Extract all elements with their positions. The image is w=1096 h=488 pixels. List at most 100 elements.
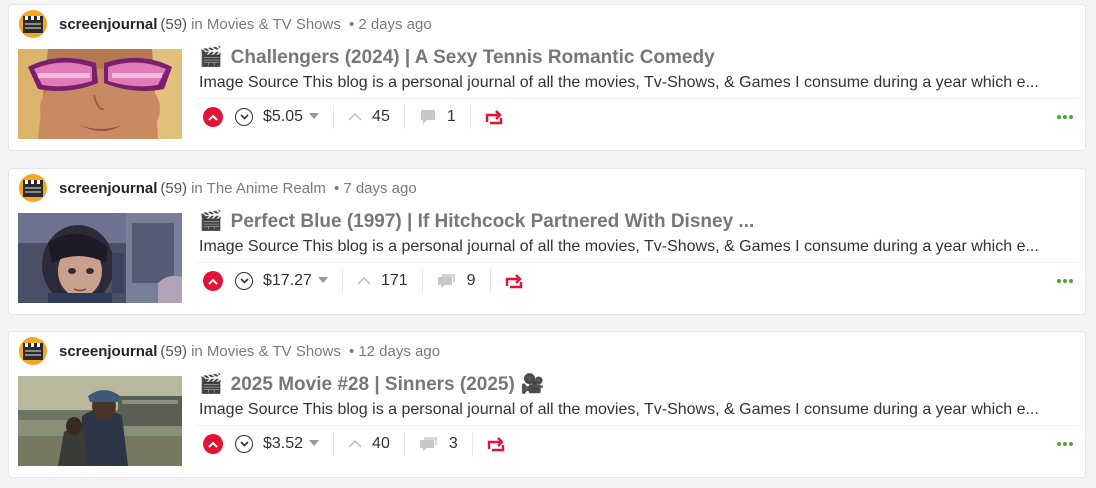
payout-value: $5.05 xyxy=(263,108,304,125)
avatar[interactable] xyxy=(19,337,47,365)
post-title[interactable]: 🎬 2025 Movie #28 | Sinners (2025) 🎥 xyxy=(199,372,1077,398)
author-name[interactable]: screenjournal xyxy=(59,16,157,33)
post-title-text[interactable]: Challengers (2024) | A Sexy Tennis Roman… xyxy=(231,45,715,71)
divider xyxy=(333,105,335,129)
votes-count[interactable]: 171 xyxy=(357,272,408,290)
post-title-text[interactable]: 2025 Movie #28 | Sinners (2025) xyxy=(231,372,515,398)
chevron-down-icon xyxy=(239,114,249,120)
community-link[interactable]: The Anime Realm xyxy=(207,180,326,197)
reblog-icon xyxy=(487,437,504,452)
post-time[interactable]: 12 days ago xyxy=(358,343,440,360)
post-header: screenjournal (59) in The Anime Realm • 7… xyxy=(19,173,417,203)
more-options-button[interactable] xyxy=(1055,279,1073,283)
post-card: screenjournal (59) in The Anime Realm • 7… xyxy=(8,168,1086,315)
more-options-button[interactable] xyxy=(1055,115,1073,119)
author-name[interactable]: screenjournal xyxy=(59,343,157,360)
more-dot-icon xyxy=(1057,442,1061,446)
clapper-icon: 🎬 xyxy=(199,374,223,395)
community-link[interactable]: Movies & TV Shows xyxy=(207,16,341,33)
bullet-separator: • xyxy=(334,179,340,197)
post-summary[interactable]: Image Source This blog is a personal jou… xyxy=(199,235,1077,259)
comments-count[interactable]: 9 xyxy=(437,272,476,290)
chevron-up-icon xyxy=(348,113,362,121)
avatar[interactable] xyxy=(19,174,47,202)
votes-count[interactable]: 45 xyxy=(348,108,390,126)
post-feed: screenjournal (59) in Movies & TV Shows … xyxy=(0,0,1096,488)
reblog-button[interactable] xyxy=(505,273,523,289)
post-card: screenjournal (59) in Movies & TV Shows … xyxy=(8,4,1086,151)
more-dot-icon xyxy=(1069,442,1073,446)
post-title-text[interactable]: Perfect Blue (1997) | If Hitchcock Partn… xyxy=(231,209,755,235)
post-thumbnail[interactable] xyxy=(18,376,182,466)
clapper-icon: 🎬 xyxy=(199,211,223,232)
downvote-button[interactable] xyxy=(235,272,253,290)
clapper-icon: 🎬 xyxy=(199,47,223,68)
upvote-button[interactable] xyxy=(203,434,223,454)
in-label: in xyxy=(191,342,203,360)
divider xyxy=(403,432,405,456)
comments-count[interactable]: 3 xyxy=(419,435,458,453)
more-dot-icon xyxy=(1063,279,1067,283)
chevron-up-icon xyxy=(208,278,218,285)
divider xyxy=(341,269,343,293)
post-title[interactable]: 🎬 Challengers (2024) | A Sexy Tennis Rom… xyxy=(199,45,1077,71)
divider xyxy=(471,432,473,456)
post-thumbnail[interactable] xyxy=(18,49,182,139)
chevron-up-icon xyxy=(348,440,362,448)
more-dot-icon xyxy=(1063,115,1067,119)
reblog-button[interactable] xyxy=(487,436,505,452)
community-link[interactable]: Movies & TV Shows xyxy=(207,343,341,360)
comments-count[interactable]: 1 xyxy=(419,108,456,126)
post-summary[interactable]: Image Source This blog is a personal jou… xyxy=(199,398,1077,422)
movie-camera-icon: 🎥 xyxy=(520,374,545,395)
upvote-button[interactable] xyxy=(203,107,223,127)
clapperboard-icon xyxy=(23,180,43,197)
divider xyxy=(489,269,491,293)
more-options-button[interactable] xyxy=(1055,442,1073,446)
post-summary[interactable]: Image Source This blog is a personal jou… xyxy=(199,71,1077,95)
post-time[interactable]: 2 days ago xyxy=(358,16,431,33)
post-footer: $17.27 171 9 xyxy=(199,263,1077,299)
votes-value: 45 xyxy=(372,108,390,125)
in-label: in xyxy=(191,15,203,33)
chevron-up-icon xyxy=(208,441,218,448)
post-thumbnail[interactable] xyxy=(18,213,182,303)
divider xyxy=(469,105,471,129)
post-time[interactable]: 7 days ago xyxy=(343,180,416,197)
more-dot-icon xyxy=(1063,442,1067,446)
divider xyxy=(421,269,423,293)
comments-value: 1 xyxy=(446,108,456,125)
upvote-button[interactable] xyxy=(203,271,223,291)
in-label: in xyxy=(191,179,203,197)
reblog-button[interactable] xyxy=(485,109,503,125)
comments-value: 3 xyxy=(448,435,458,452)
reblog-icon xyxy=(485,110,502,125)
post-footer: $5.05 45 1 xyxy=(199,99,1077,135)
post-header: screenjournal (59) in Movies & TV Shows … xyxy=(19,9,432,39)
post-card: screenjournal (59) in Movies & TV Shows … xyxy=(8,331,1086,478)
author-name[interactable]: screenjournal xyxy=(59,180,157,197)
caret-down-icon xyxy=(317,277,328,283)
comments-icon xyxy=(437,274,455,288)
post-header: screenjournal (59) in Movies & TV Shows … xyxy=(19,336,440,366)
votes-count[interactable]: 40 xyxy=(348,435,390,453)
payout-dropdown[interactable]: $5.05 xyxy=(263,108,320,126)
author-reputation: (59) xyxy=(160,15,188,33)
avatar[interactable] xyxy=(19,10,47,38)
comments-value: 9 xyxy=(466,272,476,289)
payout-dropdown[interactable]: $17.27 xyxy=(263,272,328,290)
caret-down-icon xyxy=(309,113,320,119)
more-dot-icon xyxy=(1057,115,1061,119)
clapperboard-icon xyxy=(23,343,43,360)
downvote-button[interactable] xyxy=(235,435,253,453)
downvote-button[interactable] xyxy=(235,108,253,126)
divider xyxy=(333,432,335,456)
more-dot-icon xyxy=(1057,279,1061,283)
author-reputation: (59) xyxy=(160,179,188,197)
payout-dropdown[interactable]: $3.52 xyxy=(263,435,320,453)
bullet-separator: • xyxy=(349,342,355,360)
votes-value: 171 xyxy=(380,272,408,289)
votes-value: 40 xyxy=(372,435,390,452)
payout-value: $3.52 xyxy=(263,435,304,452)
post-title[interactable]: 🎬 Perfect Blue (1997) | If Hitchcock Par… xyxy=(199,209,1077,235)
